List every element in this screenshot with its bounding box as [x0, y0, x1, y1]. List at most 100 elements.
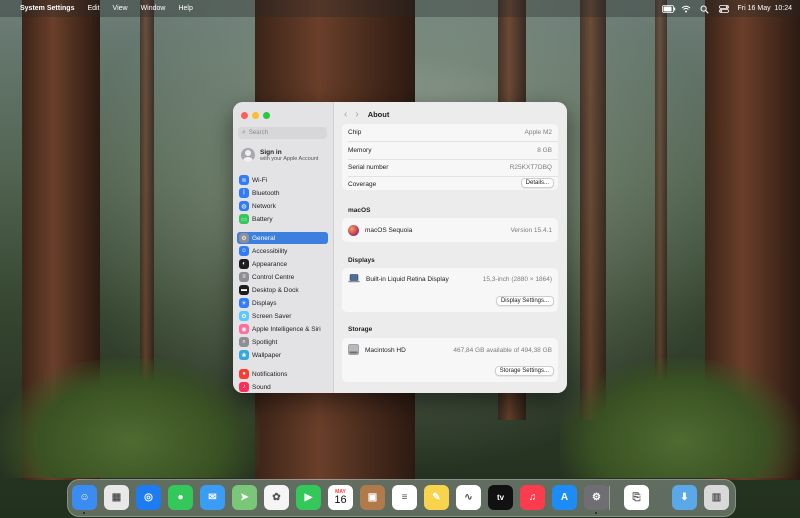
finder-icon[interactable]: ☺ [72, 485, 97, 510]
reminders-icon[interactable]: ≡ [392, 485, 417, 510]
music-icon[interactable]: ♫ [520, 485, 545, 510]
messages-icon[interactable]: ● [168, 485, 193, 510]
forward-button[interactable]: › [355, 109, 358, 120]
battery-icon: ▭ [239, 214, 249, 224]
sound-icon: ♪ [239, 382, 249, 392]
sidebar-item-general[interactable]: ⚙ General [237, 232, 328, 244]
about-pane: ‹ › About Chip Apple M2 Memory 8 GB Seri… [334, 102, 567, 393]
sidebar-item-sound[interactable]: ♪ Sound [237, 381, 328, 393]
system-settings-icon[interactable]: ⚙ [584, 485, 609, 510]
sidebar-item-label: Control Centre [252, 273, 295, 281]
displays-card: Built-in Liquid Retina Display 15,3-inch… [342, 268, 558, 312]
sidebar-item-desktop-dock[interactable]: ▬ Desktop & Dock [237, 284, 328, 296]
avatar [241, 148, 255, 162]
sidebar-item-label: General [252, 234, 276, 242]
sidebar-item-notifications[interactable]: ● Notifications [237, 368, 328, 380]
notes-icon[interactable]: ✎ [424, 485, 449, 510]
search-icon[interactable] [700, 5, 710, 14]
sidebar-item-wallpaper[interactable]: ❀ Wallpaper [237, 349, 328, 361]
spec-value: 8 GB [537, 146, 552, 154]
back-button[interactable]: ‹ [344, 109, 347, 120]
sidebar-item-control-centre[interactable]: ≡ Control Centre [237, 271, 328, 283]
display-spec: 15,3-inch (2880 × 1864) [482, 275, 552, 283]
sidebar-item-label: Wi-Fi [252, 176, 268, 184]
gear-icon: ⚙ [239, 233, 249, 243]
battery-icon[interactable] [661, 4, 675, 13]
spec-key: Memory [348, 146, 372, 154]
trash-icon[interactable]: ▥ [704, 485, 729, 510]
wallpaper-fern [560, 358, 800, 478]
sidebar-item-screen-saver[interactable]: ✿ Screen Saver [237, 310, 328, 322]
minimize-button[interactable] [252, 112, 259, 119]
menu-app-name[interactable]: System Settings [20, 5, 74, 12]
control-center-icon[interactable] [718, 4, 729, 13]
sidebar-item-displays[interactable]: ☀ Displays [237, 297, 328, 309]
downloads-folder-icon[interactable]: ⬇ [672, 485, 697, 510]
mail-icon[interactable]: ✉ [200, 485, 225, 510]
facetime-icon[interactable]: ▶ [296, 485, 321, 510]
sidebar: ⌕ Search Sign in with your Apple Account… [233, 102, 334, 393]
disk-name: Macintosh HD [365, 346, 406, 354]
appletv-icon[interactable]: tv [488, 485, 513, 510]
sidebar-search-input[interactable]: ⌕ Search [238, 127, 327, 139]
menu-clock[interactable]: Fri 16 May 10:24 [738, 5, 792, 12]
toolbar: ‹ › About [334, 102, 567, 126]
contacts-icon[interactable]: ▣ [360, 485, 385, 510]
display-name-group: Built-in Liquid Retina Display [342, 273, 449, 285]
wifi-icon: ≋ [239, 175, 249, 185]
photos-icon[interactable]: ✿ [264, 485, 289, 510]
wallpaper-tree [580, 0, 606, 420]
spotlight-icon: ⌕ [239, 337, 249, 347]
storage-row: Macintosh HD 467,84 GB available of 494,… [342, 343, 558, 357]
sidebar-item-network[interactable]: ◍ Network [237, 200, 328, 212]
globe-icon: ◍ [239, 201, 249, 211]
sidebar-item-label: Network [252, 202, 276, 210]
display-icon: ☀ [239, 298, 249, 308]
preview-icon[interactable]: ⎘ [624, 485, 649, 510]
appletv-label: tv [496, 493, 505, 502]
launchpad-icon[interactable]: ▦ [104, 485, 129, 510]
freeform-icon[interactable]: ∿ [456, 485, 481, 510]
sidebar-item-label: Accessibility [252, 247, 288, 255]
sidebar-item-battery[interactable]: ▭ Battery [237, 213, 328, 225]
sidebar-item-appearance[interactable]: ◐ Appearance [237, 258, 328, 270]
spec-key: Serial number [348, 163, 389, 171]
account-sign-in[interactable]: Sign in with your Apple Account [241, 148, 318, 162]
menu-help[interactable]: Help [178, 5, 192, 12]
close-button[interactable] [241, 112, 248, 119]
wifi-icon[interactable] [681, 5, 691, 13]
maps-icon[interactable]: ➤ [232, 485, 257, 510]
dock-separator [609, 486, 610, 510]
safari-icon[interactable]: ◎ [136, 485, 161, 510]
wallpaper-icon: ❀ [239, 350, 249, 360]
storage-settings-button[interactable]: Storage Settings... [494, 366, 554, 376]
search-icon: ⌕ [242, 129, 246, 136]
control-centre-icon: ≡ [239, 272, 249, 282]
sidebar-item-label: Screen Saver [252, 312, 292, 320]
spec-row-memory: Memory 8 GB [342, 144, 558, 156]
menu-edit[interactable]: Edit [87, 5, 99, 12]
laptop-icon [348, 273, 360, 285]
sidebar-item-label: Appearance [252, 260, 288, 268]
display-settings-button[interactable]: Display Settings... [495, 296, 554, 306]
menu-view[interactable]: View [113, 5, 128, 12]
macos-sequoia-icon [348, 224, 359, 236]
divider [348, 159, 558, 160]
hard-drive-icon [348, 343, 359, 357]
sidebar-item-apple-intelligence-siri[interactable]: ◉ Apple Intelligence & Siri [237, 323, 328, 335]
zoom-button[interactable] [263, 112, 270, 119]
macos-section-header: macOS [348, 207, 371, 214]
window-controls [241, 112, 270, 119]
menu-window[interactable]: Window [141, 5, 166, 12]
accessibility-icon: ☺ [239, 246, 249, 256]
sidebar-item-bluetooth[interactable]: ᛒ Bluetooth [237, 187, 328, 199]
notifications-icon: ● [239, 369, 249, 379]
calendar-icon[interactable]: MAY 16 [328, 485, 353, 510]
displays-section-header: Displays [348, 257, 375, 264]
details-button[interactable]: Details... [520, 178, 554, 188]
sidebar-item-spotlight[interactable]: ⌕ Spotlight [237, 336, 328, 348]
sidebar-item-wi-fi[interactable]: ≋ Wi-Fi [237, 174, 328, 186]
appstore-icon[interactable]: A [552, 485, 577, 510]
divider [348, 176, 558, 177]
sidebar-item-accessibility[interactable]: ☺ Accessibility [237, 245, 328, 257]
